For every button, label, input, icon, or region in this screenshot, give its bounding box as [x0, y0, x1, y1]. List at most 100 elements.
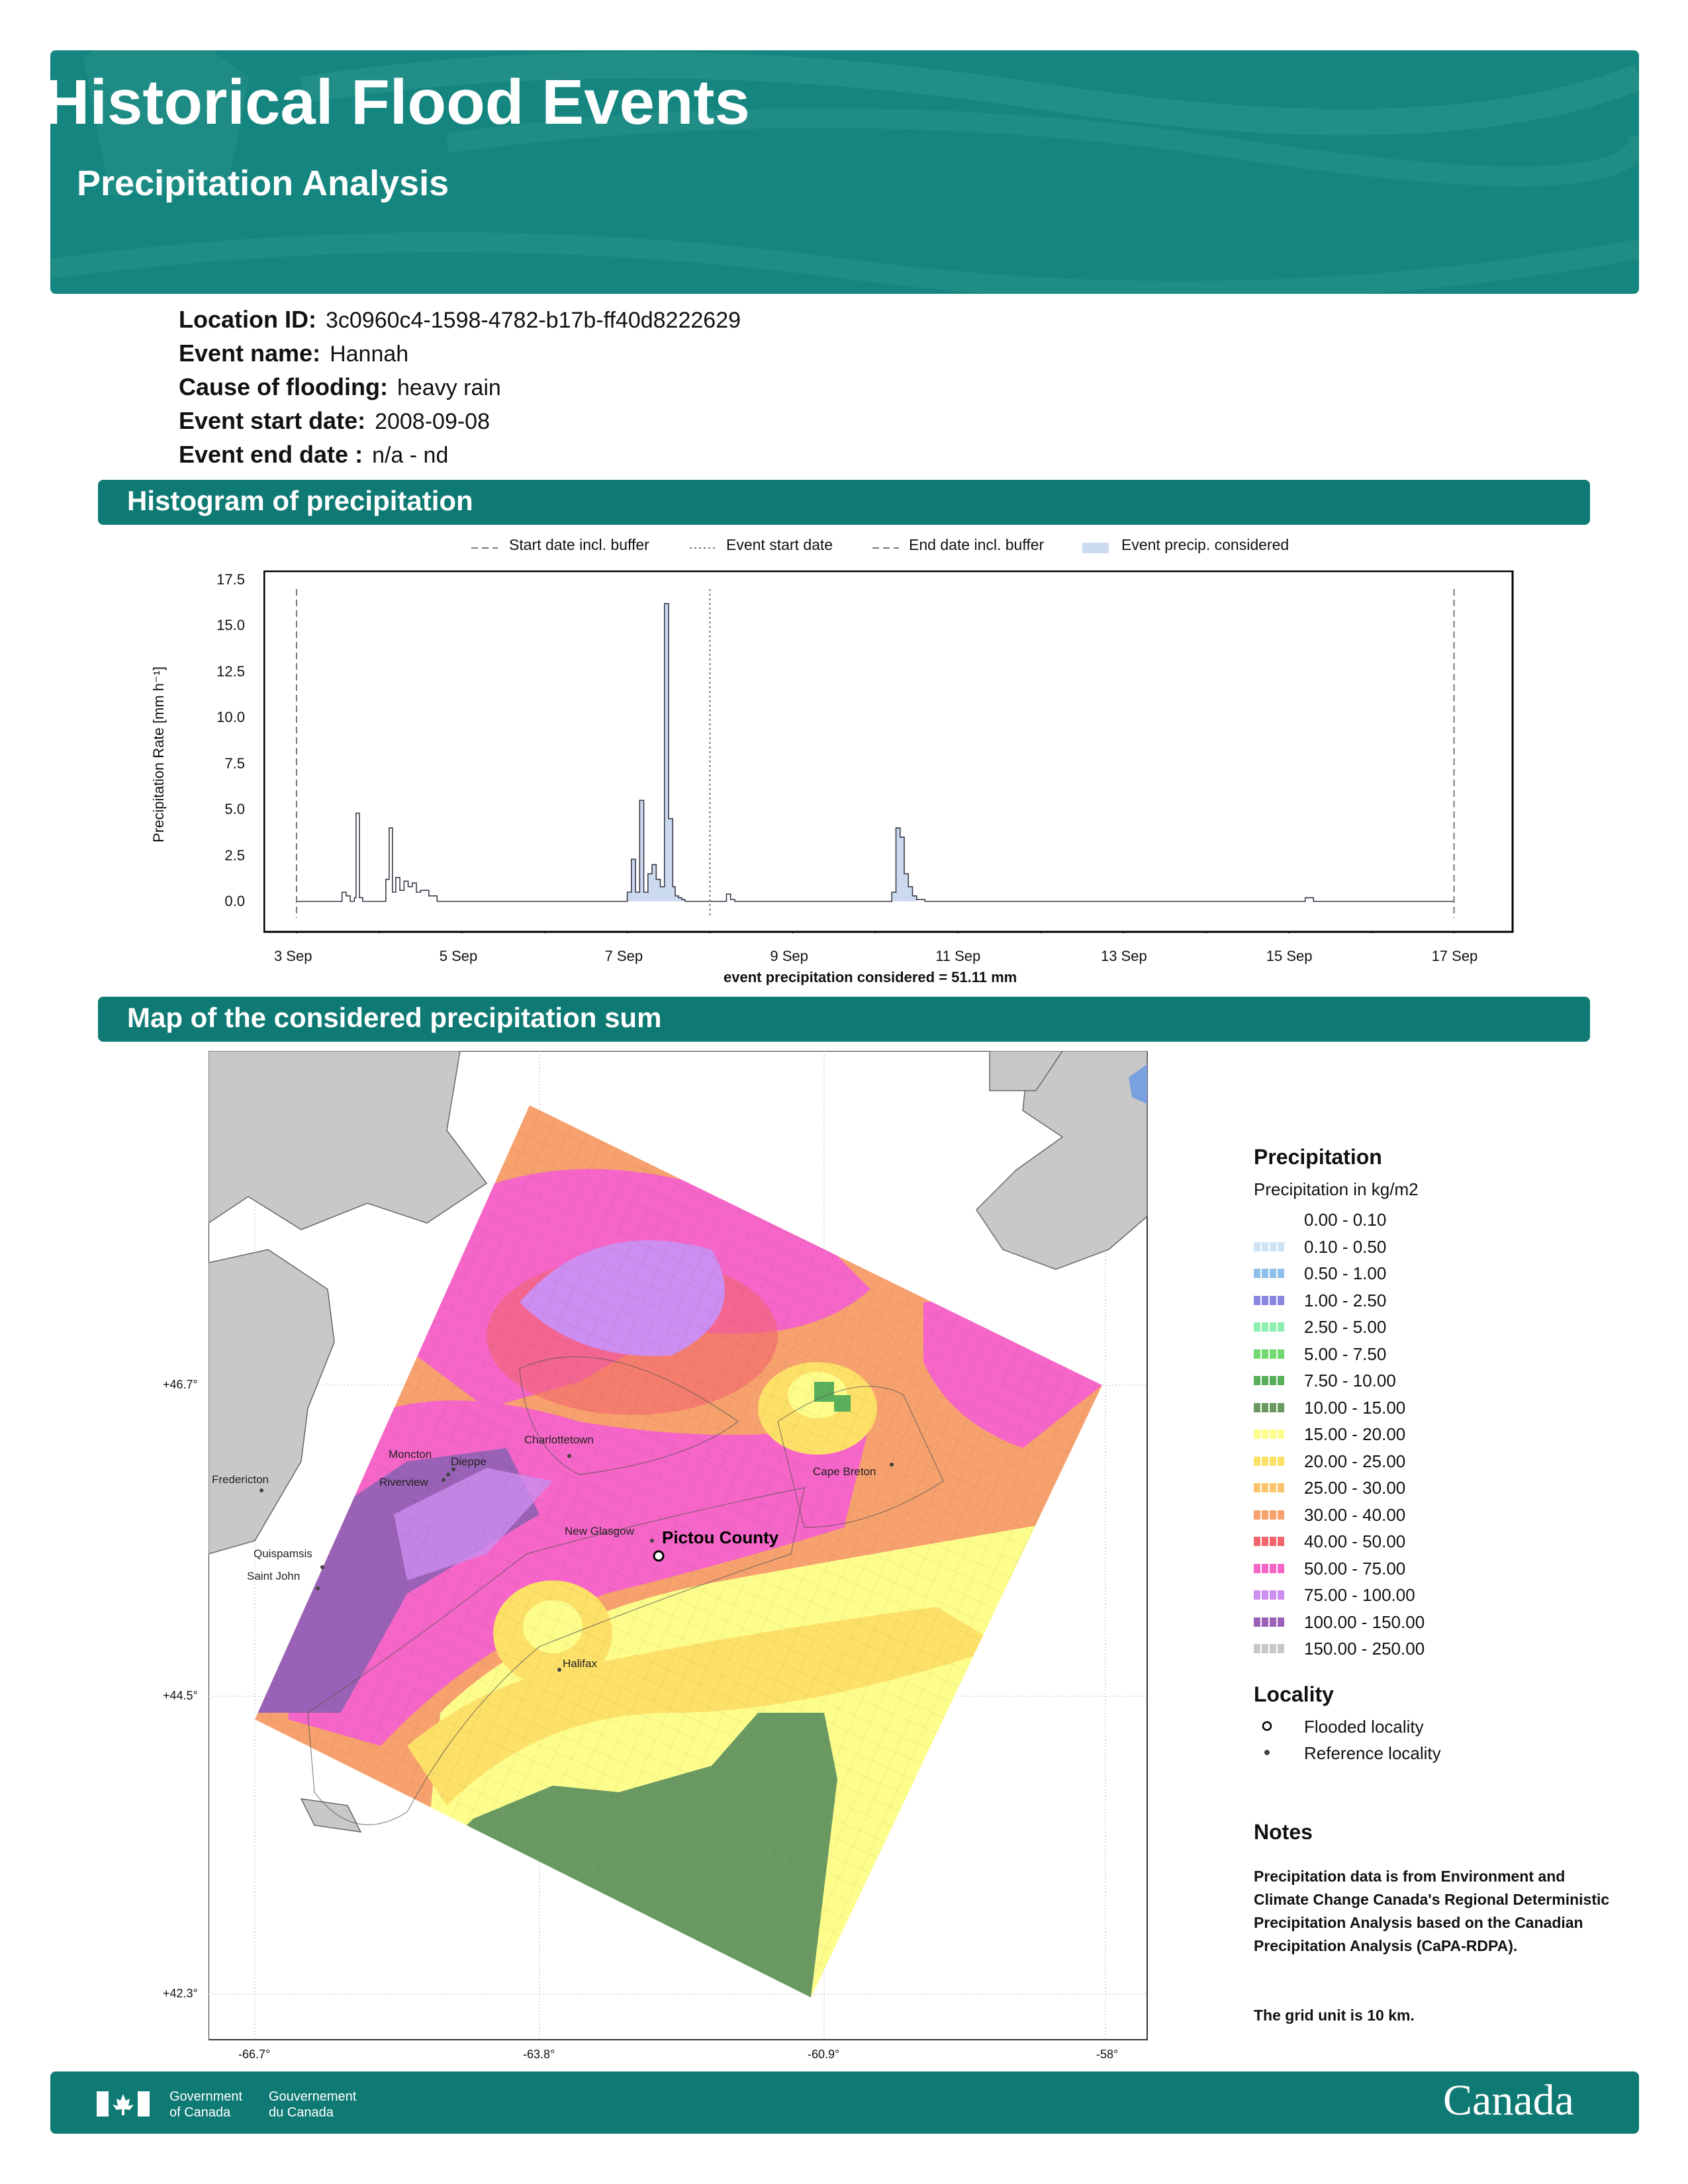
- section-histogram: Histogram of precipitation: [98, 480, 1590, 525]
- section-histogram-title: Histogram of precipitation: [127, 485, 473, 516]
- legend-class-label: 0.50 - 1.00: [1304, 1263, 1387, 1283]
- y-axis-label: Precipitation Rate [mm h⁻¹]: [150, 666, 167, 842]
- legend-class-label: 150.00 - 250.00: [1304, 1639, 1425, 1659]
- x-tick-label: 7 Sep: [604, 948, 643, 964]
- y-tick-label: 12.5: [216, 662, 245, 680]
- legend-locality-title: Locality: [1254, 1682, 1334, 1706]
- page-title: Historical Flood Events: [44, 67, 750, 138]
- x-tick-label: 15 Sep: [1266, 948, 1313, 964]
- legend-swatch: [1254, 1376, 1286, 1385]
- map-label-dieppe: Dieppe: [451, 1455, 487, 1468]
- legend-swatch: [1254, 1349, 1286, 1359]
- x-tick-label: 11 Sep: [935, 948, 981, 964]
- legend-label-end-buffer: End date incl. buffer: [909, 536, 1045, 553]
- map-label-moncton: Moncton: [389, 1448, 432, 1461]
- notes-title: Notes: [1254, 1820, 1313, 1844]
- legend-swatch: [1254, 1644, 1286, 1653]
- precip-rate-series: [296, 603, 1454, 902]
- flooded-locality-icon: [1262, 1721, 1272, 1731]
- start-value: 2008-09-08: [375, 409, 490, 434]
- legend-class-label: 50.00 - 75.00: [1304, 1558, 1406, 1578]
- cause-value: heavy rain: [397, 375, 501, 400]
- legend-class-label: 30.00 - 40.00: [1304, 1504, 1406, 1525]
- legend-class-label: 2.50 - 5.00: [1304, 1317, 1387, 1337]
- y-tick-label: 0.0: [224, 893, 245, 909]
- legend-class-label: 40.00 - 50.00: [1304, 1531, 1406, 1551]
- y-tick-label: 2.5: [224, 846, 245, 864]
- legend-class-label: 100.00 - 150.00: [1304, 1612, 1425, 1632]
- x-tick-label: 13 Sep: [1100, 948, 1147, 964]
- gov-en-line1: Government: [169, 2089, 243, 2104]
- legend-label-event-start: Event start date: [726, 536, 833, 553]
- y-tick-label: 17.5: [216, 571, 245, 588]
- legend-flooded-label: Flooded locality: [1304, 1717, 1424, 1737]
- gov-fr-line2: du Canada: [269, 2105, 334, 2120]
- legend-swatch: [1254, 1295, 1286, 1305]
- legend-class-label: 75.00 - 100.00: [1304, 1585, 1415, 1605]
- map-label-riverview: Riverview: [379, 1476, 428, 1488]
- legend-swatch: [1254, 1269, 1286, 1278]
- map-label-saint-john: Saint John: [247, 1570, 301, 1582]
- x-axis-label: event precipitation considered = 51.11 m…: [724, 969, 1017, 985]
- legend-swatch: [1254, 1483, 1286, 1492]
- legend-class-label: 15.00 - 20.00: [1304, 1424, 1406, 1444]
- info-end: Event end date : n/a - nd: [179, 441, 449, 468]
- locality-symbols: [1262, 1721, 1272, 1755]
- gov-fr-line1: Gouvernement: [269, 2089, 357, 2104]
- histogram-plot: [263, 570, 1514, 933]
- legend-label-considered: Event precip. considered: [1121, 536, 1289, 553]
- lat-tick: +44.5°: [163, 1689, 198, 1702]
- legend-swatch: [1254, 1322, 1286, 1332]
- legend-class-label: 5.00 - 7.50: [1304, 1343, 1387, 1364]
- y-tick-label: 7.5: [224, 754, 245, 772]
- info-start: Event start date: 2008-09-08: [179, 407, 490, 434]
- legend-swatch: [1254, 1563, 1286, 1573]
- lon-tick: -66.7°: [238, 2048, 271, 2061]
- lon-tick: -60.9°: [808, 2048, 840, 2061]
- end-value: n/a - nd: [372, 443, 449, 468]
- legend-considered-swatch: [1082, 543, 1109, 553]
- lon-tick: -58°: [1096, 2048, 1119, 2061]
- legend-swatch: [1254, 1537, 1286, 1546]
- map-label-halifax: Halifax: [563, 1657, 597, 1670]
- lat-tick: +46.7°: [163, 1378, 198, 1391]
- map-label-pictou-county: Pictou County: [662, 1527, 779, 1547]
- legend-swatch: [1254, 1215, 1286, 1224]
- legend-precip-title: Precipitation: [1254, 1145, 1382, 1169]
- section-map-title: Map of the considered precipitation sum: [127, 1002, 662, 1033]
- legend-class-label: 0.10 - 0.50: [1304, 1236, 1387, 1257]
- info-event-name: Event name: Hannah: [179, 340, 409, 367]
- legend-class-label: 25.00 - 30.00: [1304, 1478, 1406, 1498]
- legend-swatch: [1254, 1590, 1286, 1600]
- legend-class-label: 7.50 - 10.00: [1304, 1371, 1396, 1390]
- lon-tick: -63.8°: [523, 2048, 555, 2061]
- map-label-quispamsis: Quispamsis: [254, 1547, 312, 1560]
- notes-text: Precipitation data is from Environment a…: [1254, 1868, 1610, 1954]
- canada-wordmark: Canada: [1443, 2076, 1574, 2124]
- legend-swatch: [1254, 1242, 1286, 1251]
- legend-swatch: [1254, 1510, 1286, 1520]
- x-tick-label: 5 Sep: [439, 948, 478, 964]
- legend-class-label: 0.00 - 0.10: [1304, 1210, 1387, 1230]
- section-map: Map of the considered precipitation sum: [98, 997, 1590, 1042]
- y-tick-label: 15.0: [216, 617, 245, 634]
- legend-swatch: [1254, 1456, 1286, 1466]
- map-label-fredericton: Fredericton: [212, 1473, 269, 1486]
- canada-flag-icon: [97, 2091, 150, 2116]
- notes-grid: The grid unit is 10 km.: [1254, 2007, 1415, 2024]
- reference-locality-icon: [1264, 1750, 1270, 1755]
- map-label-charlottetown: Charlottetown: [524, 1433, 594, 1446]
- location-id-value: 3c0960c4-1598-4782-b17b-ff40d8222629: [325, 308, 741, 333]
- legend-class-label: 1.00 - 2.50: [1304, 1290, 1387, 1310]
- x-tick-label: 9 Sep: [770, 948, 808, 964]
- legend-swatch: [1254, 1402, 1286, 1412]
- legend-label-start-buffer: Start date incl. buffer: [509, 536, 649, 553]
- gov-en-line2: of Canada: [169, 2105, 231, 2120]
- x-tick-label: 17 Sep: [1431, 948, 1478, 964]
- map-label-new-glasgow: New Glasgow: [565, 1525, 634, 1537]
- legend-reference-label: Reference locality: [1304, 1743, 1441, 1763]
- y-tick-label: 5.0: [224, 801, 245, 818]
- plot-frame: [263, 570, 1514, 933]
- info-cause: Cause of flooding: heavy rain: [179, 373, 501, 400]
- lat-tick: +42.3°: [163, 1987, 198, 2000]
